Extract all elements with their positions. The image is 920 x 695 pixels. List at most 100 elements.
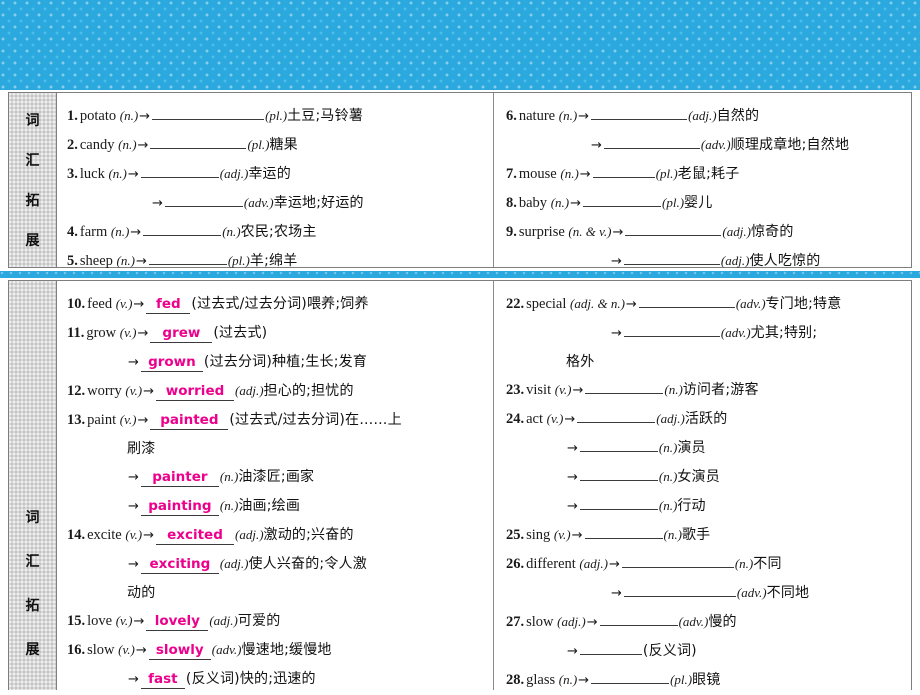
answer-blank-empty[interactable] xyxy=(164,189,243,207)
answer-blank-empty[interactable] xyxy=(584,521,663,539)
answer-blank-empty[interactable] xyxy=(583,189,662,207)
answer-blank-empty[interactable] xyxy=(623,579,736,597)
answer-blank-empty[interactable] xyxy=(625,218,722,236)
answer-blank-filled[interactable]: painting xyxy=(140,498,219,516)
answer-blank-filled[interactable]: slowly xyxy=(148,642,211,660)
answer-blank-empty[interactable] xyxy=(603,131,700,149)
answer-blank-empty[interactable] xyxy=(577,405,656,423)
answer-blank-empty[interactable] xyxy=(579,434,658,452)
entry-headword: grow xyxy=(86,325,117,341)
answer-blank-empty[interactable] xyxy=(592,160,655,178)
vocab-entry: 26. different (adj.)→ (n.)不同 → (adv.)不同地 xyxy=(506,550,905,608)
entry-chinese-gloss: (过去分词)种植;生长;发育 xyxy=(203,354,368,370)
vocab-entry-line: 格外 xyxy=(506,348,905,376)
entry-chinese-gloss: 演员 xyxy=(677,440,706,456)
entry-chinese-gloss: (过去式/过去分词)喂养;饲养 xyxy=(191,296,369,312)
answer-blank-empty[interactable] xyxy=(579,463,658,481)
answer-blank-filled[interactable]: exciting xyxy=(140,556,219,574)
entry-target-part-of-speech: (adv.) xyxy=(736,585,767,600)
answer-blank-filled[interactable]: grew xyxy=(150,325,213,343)
rail-label-char: 词 xyxy=(25,510,40,526)
entry-part-of-speech: (n.) xyxy=(116,253,135,268)
answer-blank-empty[interactable] xyxy=(148,247,227,265)
right-arrow-icon: → xyxy=(572,383,584,398)
entry-target-part-of-speech: (pl.) xyxy=(662,195,685,210)
entry-target-part-of-speech: (adj.) xyxy=(688,108,717,123)
answer-blank-empty[interactable] xyxy=(599,608,678,626)
entry-chinese-gloss: 专门地;特意 xyxy=(765,296,842,312)
right-arrow-icon: → xyxy=(128,499,139,514)
entry-chinese-gloss: 担心的;担忧的 xyxy=(263,383,354,399)
right-arrow-icon: → xyxy=(143,528,154,543)
vocab-entry: 22. special (adj. & n.)→ (adv.)专门地;特意 → (adv… xyxy=(506,290,905,376)
answer-blank-empty[interactable] xyxy=(143,218,222,236)
right-arrow-icon: → xyxy=(611,586,622,601)
entry-headword: paint xyxy=(87,412,117,428)
answer-blank-empty[interactable] xyxy=(579,492,658,510)
answer-blank-empty[interactable] xyxy=(623,247,720,265)
entry-headword: feed xyxy=(87,296,113,312)
entry-part-of-speech: (n.) xyxy=(119,108,139,123)
entry-headword: sheep xyxy=(79,253,113,269)
entry-part-of-speech: (v.) xyxy=(125,527,143,542)
answer-blank-empty[interactable] xyxy=(621,550,734,568)
entry-headword: act xyxy=(526,411,544,427)
entry-part-of-speech: (v.) xyxy=(115,613,133,628)
vocab-entry-line: 9. surprise (n. & v.)→ (adj.)惊奇的 xyxy=(506,218,905,247)
answer-blank-filled[interactable]: fed xyxy=(146,296,191,314)
answer-blank-empty[interactable] xyxy=(150,131,247,149)
entry-part-of-speech: (n.) xyxy=(550,195,570,210)
entry-chinese-gloss: 惊奇的 xyxy=(750,224,794,240)
columns-top: 1. potato (n.)→ (pl.)土豆;马铃薯 2. candy (n.)→ (p… xyxy=(57,93,911,269)
entry-part-of-speech: (adj. & n.) xyxy=(570,296,625,311)
entry-headword: excite xyxy=(87,527,122,543)
column-bottom-right: 22. special (adj. & n.)→ (adv.)专门地;特意 → (adv… xyxy=(494,281,911,690)
vocab-entry: 8. baby (n.)→ (pl.)婴儿 xyxy=(506,189,905,218)
rail-label-char: 展 xyxy=(25,642,40,658)
right-arrow-icon: → xyxy=(567,470,578,485)
answer-blank-empty[interactable] xyxy=(591,666,670,684)
entry-target-part-of-speech: (adj.) xyxy=(219,556,249,571)
entry-chinese-gloss: 行动 xyxy=(677,498,706,514)
answer-blank-empty[interactable] xyxy=(623,319,720,337)
vocab-entry-line: → (n.)演员 xyxy=(506,434,905,463)
answer-blank-filled[interactable]: worried xyxy=(156,383,235,401)
entry-chinese-gloss: 眼镜 xyxy=(692,672,721,688)
answer-blank-empty[interactable] xyxy=(591,102,688,120)
column-bottom-left: 10. feed (v.)→ fed (过去式/过去分词)喂养;饲养 11. grow (… xyxy=(57,281,494,690)
answer-blank-empty[interactable] xyxy=(579,637,642,655)
answer-blank-filled[interactable]: grown xyxy=(140,354,203,372)
vocab-entry-line: 5. sheep (n.)→ (pl.)羊;绵羊 xyxy=(67,247,487,276)
entry-chinese-gloss: 顺理成章地;自然地 xyxy=(730,137,850,153)
answer-blank-empty[interactable] xyxy=(585,376,664,394)
entry-chinese-gloss: 自然的 xyxy=(716,108,760,124)
entry-headword: candy xyxy=(79,137,115,153)
answer-blank-empty[interactable] xyxy=(140,160,219,178)
vocab-entry: 24. act (v.)→ (adj.)活跃的 → (n.)演员 → (n.)女演员 → (n.… xyxy=(506,405,905,521)
entry-chinese-gloss: 使人吃惊的 xyxy=(749,253,821,269)
right-arrow-icon: → xyxy=(611,254,622,269)
entry-target-part-of-speech: (pl.) xyxy=(227,253,250,268)
rail-label-char: 拓 xyxy=(25,598,40,614)
answer-blank-empty[interactable] xyxy=(638,290,735,308)
answer-blank-empty[interactable] xyxy=(152,102,265,120)
entry-headword: different xyxy=(526,556,576,572)
entry-target-part-of-speech: (adv.) xyxy=(700,137,731,152)
vocab-entry-line: 1. potato (n.)→ (pl.)土豆;马铃薯 xyxy=(67,102,487,131)
answer-blank-filled[interactable]: painted xyxy=(150,412,229,430)
answer-blank-filled[interactable]: fast xyxy=(140,671,185,689)
answer-blank-filled[interactable]: excited xyxy=(156,527,234,545)
entry-target-part-of-speech: (n.) xyxy=(658,440,678,455)
entry-target-part-of-speech: (adj.) xyxy=(209,613,238,628)
entry-chinese-gloss: 可爱的 xyxy=(237,613,281,629)
vocab-entry-line: → (n.)行动 xyxy=(506,492,905,521)
answer-blank-filled[interactable]: lovely xyxy=(146,613,209,631)
right-arrow-icon: → xyxy=(570,196,582,211)
vocab-entry-line: 10. feed (v.)→ fed (过去式/过去分词)喂养;饲养 xyxy=(67,290,487,319)
entry-target-part-of-speech: (n.) xyxy=(664,382,683,397)
vocab-entry: 25. sing (v.)→ (n.)歌手 xyxy=(506,521,905,550)
answer-blank-filled[interactable]: painter xyxy=(140,469,219,487)
entry-part-of-speech: (n.) xyxy=(558,672,578,687)
right-arrow-icon: → xyxy=(564,412,576,427)
entry-chinese-gloss: 歌手 xyxy=(681,527,711,543)
